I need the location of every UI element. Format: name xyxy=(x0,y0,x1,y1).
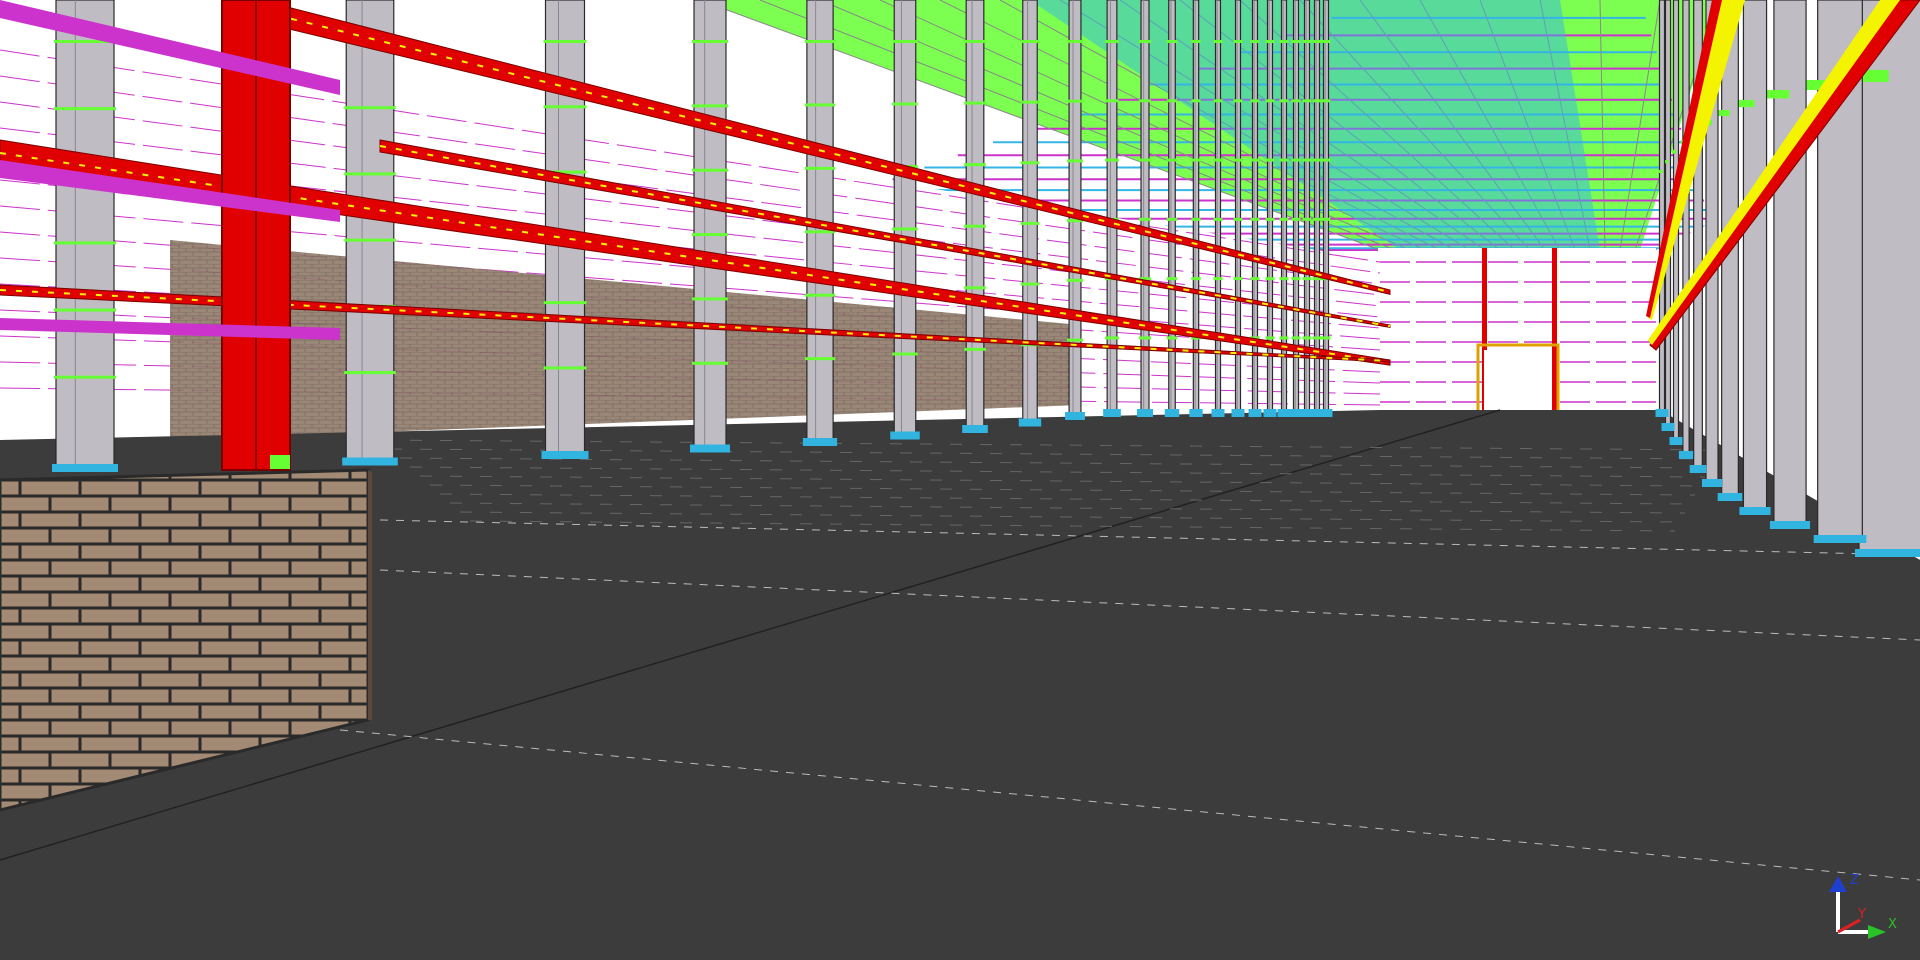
warehouse-steel-structure-scene: Z X Y xyxy=(0,0,1920,960)
far-end-column xyxy=(1552,248,1557,418)
steel-column xyxy=(962,0,988,433)
steel-column xyxy=(342,0,398,466)
steel-column xyxy=(890,0,920,440)
3d-model-viewport[interactable]: Z X Y xyxy=(0,0,1920,960)
steel-column xyxy=(52,0,118,472)
far-end-door xyxy=(1484,350,1552,414)
y-axis-label: Y xyxy=(1857,907,1866,922)
x-axis-label: X xyxy=(1888,917,1897,932)
z-axis-label: Z xyxy=(1850,873,1859,888)
steel-column xyxy=(690,0,730,453)
far-end-wall xyxy=(1378,248,1656,418)
